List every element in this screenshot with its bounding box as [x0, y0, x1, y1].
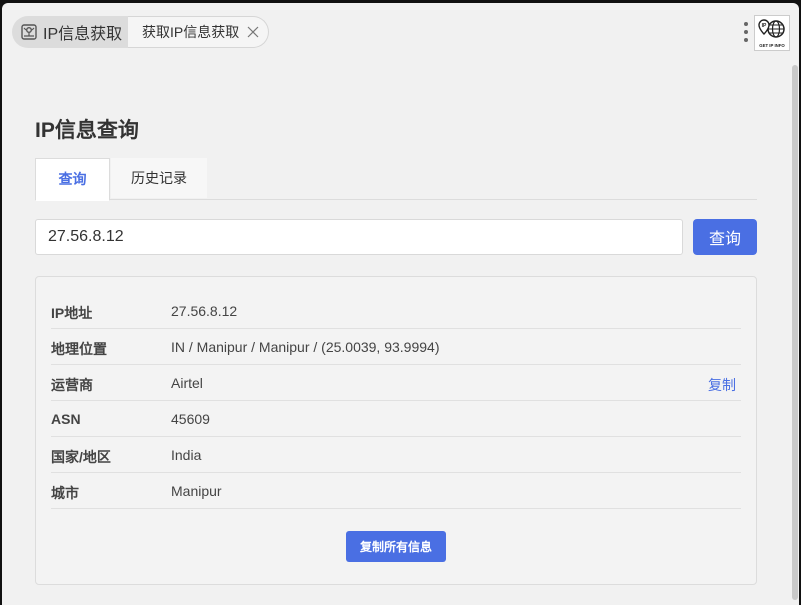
result-row-country: 国家/地区 India: [51, 437, 741, 473]
row-value: Airtel: [171, 375, 203, 391]
row-key: ASN: [51, 411, 81, 427]
copy-isp-link[interactable]: 复制: [708, 375, 736, 395]
result-card: IP地址 27.56.8.12 地理位置 IN / Manipur / Mani…: [35, 276, 757, 585]
tab-get-ip-info[interactable]: 获取IP信息获取: [128, 16, 269, 48]
content-tabs: 查询 历史记录: [35, 158, 757, 201]
ip-address-input[interactable]: [35, 219, 683, 255]
result-row-isp: 运营商 Airtel 复制: [51, 365, 741, 401]
row-key: IP地址: [51, 305, 93, 321]
home-tab-label: IP信息获取: [43, 26, 123, 43]
map-network-icon: [21, 24, 37, 40]
row-key: 运营商: [51, 377, 93, 393]
query-button[interactable]: 查询: [693, 219, 757, 255]
row-value: Manipur: [171, 483, 222, 499]
globe-pin-icon: IP GET IP INFO: [758, 19, 785, 48]
close-icon[interactable]: [247, 26, 259, 38]
row-key: 国家/地区: [51, 449, 111, 465]
result-row-location: 地理位置 IN / Manipur / Manipur / (25.0039, …: [51, 329, 741, 365]
scrollbar[interactable]: [790, 61, 799, 605]
svg-text:IP: IP: [762, 23, 767, 29]
tab-strip: IP信息获取 获取IP信息获取 IP GET IP INFO: [2, 3, 799, 61]
row-value: IN / Manipur / Manipur / (25.0039, 93.99…: [171, 339, 440, 355]
get-ip-info-logo[interactable]: IP GET IP INFO: [754, 15, 790, 51]
tab-query[interactable]: 查询: [35, 158, 110, 201]
copy-all-button[interactable]: 复制所有信息: [346, 531, 446, 562]
svg-text:GET IP INFO: GET IP INFO: [759, 43, 785, 48]
result-row-asn: ASN 45609: [51, 401, 741, 437]
tab-ip-info-home[interactable]: IP信息获取: [12, 16, 134, 48]
result-row-city: 城市 Manipur: [51, 473, 741, 509]
popup-window: IP信息获取 获取IP信息获取 IP GET IP INFO IP信息查询 查询…: [2, 3, 799, 605]
row-key: 地理位置: [51, 341, 107, 357]
active-tab-label: 获取IP信息获取: [142, 24, 240, 40]
row-value: 45609: [171, 411, 210, 427]
page-title: IP信息查询: [35, 119, 139, 142]
tab-history[interactable]: 历史记录: [111, 158, 207, 198]
result-row-ip: IP地址 27.56.8.12: [51, 293, 741, 329]
kebab-menu-icon[interactable]: [739, 20, 753, 46]
row-value: India: [171, 447, 202, 463]
row-value: 27.56.8.12: [171, 303, 238, 319]
result-table: IP地址 27.56.8.12 地理位置 IN / Manipur / Mani…: [51, 293, 741, 509]
scrollbar-thumb[interactable]: [792, 65, 798, 600]
row-key: 城市: [51, 485, 79, 501]
